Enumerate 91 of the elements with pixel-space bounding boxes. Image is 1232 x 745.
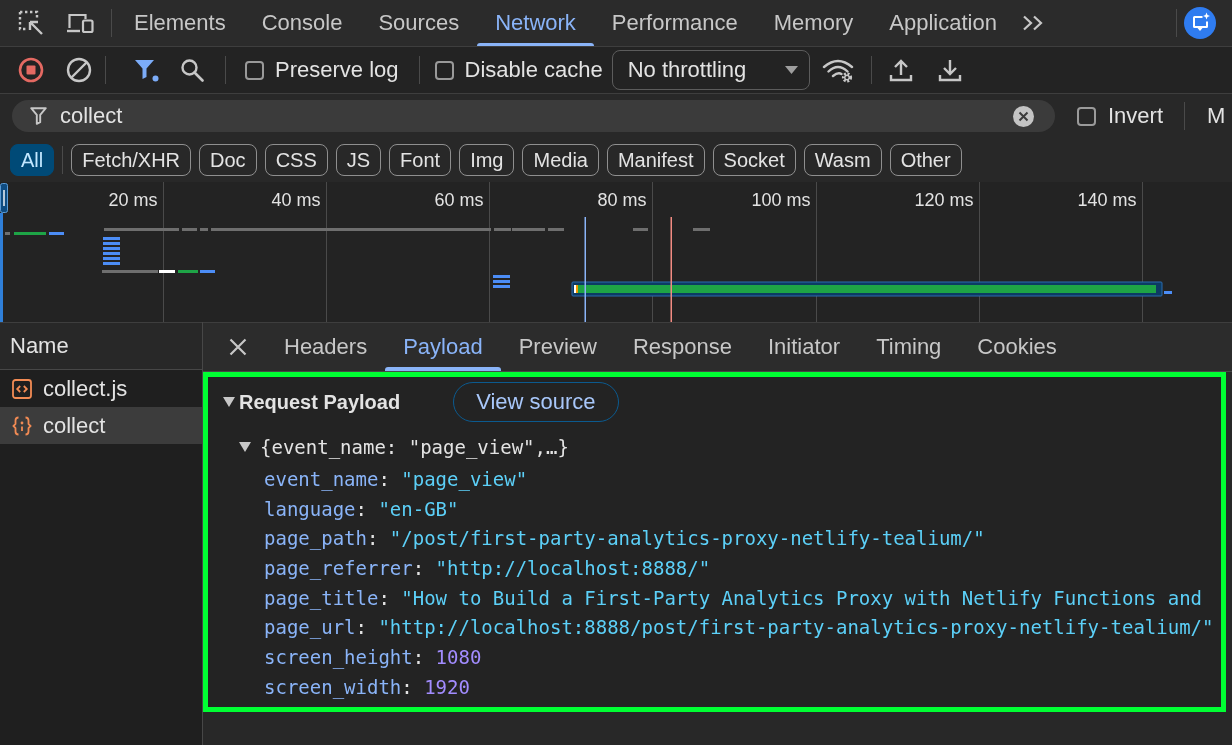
triangle-down-icon[interactable] [223, 397, 235, 407]
property-value: 1920 [424, 675, 470, 698]
panel-tab[interactable]: Memory [755, 0, 872, 46]
tick-label: 80 ms [597, 190, 647, 210]
property-value: "/post/first-party-analytics-proxy-netlify-tealium/" [389, 527, 985, 550]
circle-x-icon[interactable] [1013, 105, 1034, 127]
type-filter-button[interactable]: All [10, 144, 55, 176]
triangle-down-icon[interactable] [239, 442, 251, 452]
filter-icon [30, 107, 47, 125]
object-summary: {event_name: "page_view",…} [260, 436, 569, 458]
colon-separator: : [401, 675, 413, 698]
type-filter-button[interactable]: Other [889, 144, 962, 176]
property-value: 1080 [435, 646, 482, 669]
property-name: page_url [264, 616, 356, 639]
panel-tab[interactable]: Application [871, 0, 1015, 46]
column-header[interactable]: Name [0, 322, 202, 370]
checkbox-label[interactable]: Disable cache [464, 57, 603, 83]
type-filter-button[interactable]: Img [459, 144, 515, 176]
circle-slash-icon[interactable] [66, 57, 92, 83]
checkbox-label[interactable]: Preserve log [275, 57, 399, 83]
colon-separator: : [378, 586, 390, 609]
selection-handle[interactable] [0, 183, 8, 322]
tick-label: 40 ms [271, 190, 321, 210]
property-value: "How to Build a First-Party Analytics Proxy with Netlify Functions and [401, 586, 1202, 609]
property-value: "page_view" [401, 468, 528, 490]
request-row[interactable]: collect.js [0, 370, 202, 407]
detail-tab[interactable]: Response [614, 323, 750, 371]
wifi-gear-icon[interactable] [821, 57, 854, 83]
type-filter-button[interactable]: Font [389, 144, 452, 176]
colon-separator: : [378, 468, 390, 490]
tick-label: 100 ms [751, 190, 811, 210]
colon-separator: : [355, 497, 367, 520]
panel-tab[interactable]: Console [243, 0, 361, 46]
type-filter-button[interactable]: JS [335, 144, 382, 176]
detail-tab[interactable]: Initiator [750, 323, 859, 371]
property-name: page_title [264, 586, 379, 609]
chat-sparkle-icon[interactable] [1184, 7, 1216, 39]
cut-off-label: M [1207, 103, 1226, 129]
inspect-icon[interactable] [18, 10, 44, 36]
double-chevron-icon[interactable] [1021, 15, 1044, 31]
property-name: screen_height [264, 646, 413, 669]
download-icon[interactable] [937, 58, 962, 82]
type-filter-button[interactable]: Manifest [606, 144, 705, 176]
panel-tab[interactable]: Performance [593, 0, 756, 46]
property-name: language [264, 497, 356, 520]
throttling-dropdown[interactable]: No throttling [611, 50, 810, 90]
tick-label: 60 ms [434, 190, 484, 210]
property-name: screen_width [264, 675, 402, 698]
colon-separator: : [412, 557, 425, 580]
checkbox-label[interactable]: Invert [1108, 103, 1164, 129]
checkbox[interactable] [1077, 106, 1096, 126]
panel-tab[interactable]: Sources [360, 0, 478, 46]
property-name: page_referrer [264, 557, 413, 580]
record-stop-icon[interactable] [18, 57, 44, 83]
tick-label: 120 ms [914, 190, 974, 210]
type-filter-button[interactable]: Wasm [803, 144, 882, 176]
braces-icon [12, 415, 32, 436]
filter-field[interactable]: collect [12, 100, 1055, 132]
detail-tab[interactable]: Headers [266, 323, 386, 371]
type-filter-button[interactable]: Doc [199, 144, 257, 176]
type-filter-button[interactable]: CSS [264, 144, 328, 176]
colon-separator: : [355, 616, 367, 639]
close-icon[interactable] [229, 338, 247, 356]
panel-tab[interactable]: Elements [116, 0, 244, 46]
panel-tab[interactable]: Network [477, 0, 594, 46]
property-name: event_name [264, 468, 379, 490]
type-filter-button[interactable]: Media [522, 144, 599, 176]
colon-separator: : [366, 527, 379, 550]
colon-separator: : [412, 646, 425, 669]
type-filter-button[interactable]: Socket [712, 144, 796, 176]
filter-icon[interactable] [134, 58, 159, 82]
type-filter-button[interactable]: Fetch/XHR [71, 144, 192, 176]
device-icon[interactable] [66, 12, 94, 34]
property-name: page_path [264, 527, 367, 550]
request-row[interactable]: collect [0, 407, 202, 444]
upload-icon[interactable] [888, 58, 913, 82]
caret-down-icon [784, 66, 798, 74]
property-value: "http://localhost:8888/post/first-party-analytics-proxy-netlify-tealium/" [378, 616, 1214, 639]
section-title: Request Payload [239, 390, 401, 414]
detail-tab[interactable]: Preview [500, 323, 615, 371]
tick-label: 20 ms [108, 190, 158, 210]
checkbox[interactable] [434, 60, 454, 80]
checkbox[interactable] [245, 60, 264, 80]
search-icon[interactable] [180, 58, 204, 82]
code-file-icon [12, 378, 32, 399]
detail-tab[interactable]: Payload [385, 323, 501, 371]
detail-tab[interactable]: Timing [858, 323, 960, 371]
tick-label: 140 ms [1077, 190, 1137, 210]
property-value: "en-GB" [378, 497, 459, 520]
detail-tab[interactable]: Cookies [959, 323, 1075, 371]
property-value: "http://localhost:8888/" [435, 557, 711, 580]
